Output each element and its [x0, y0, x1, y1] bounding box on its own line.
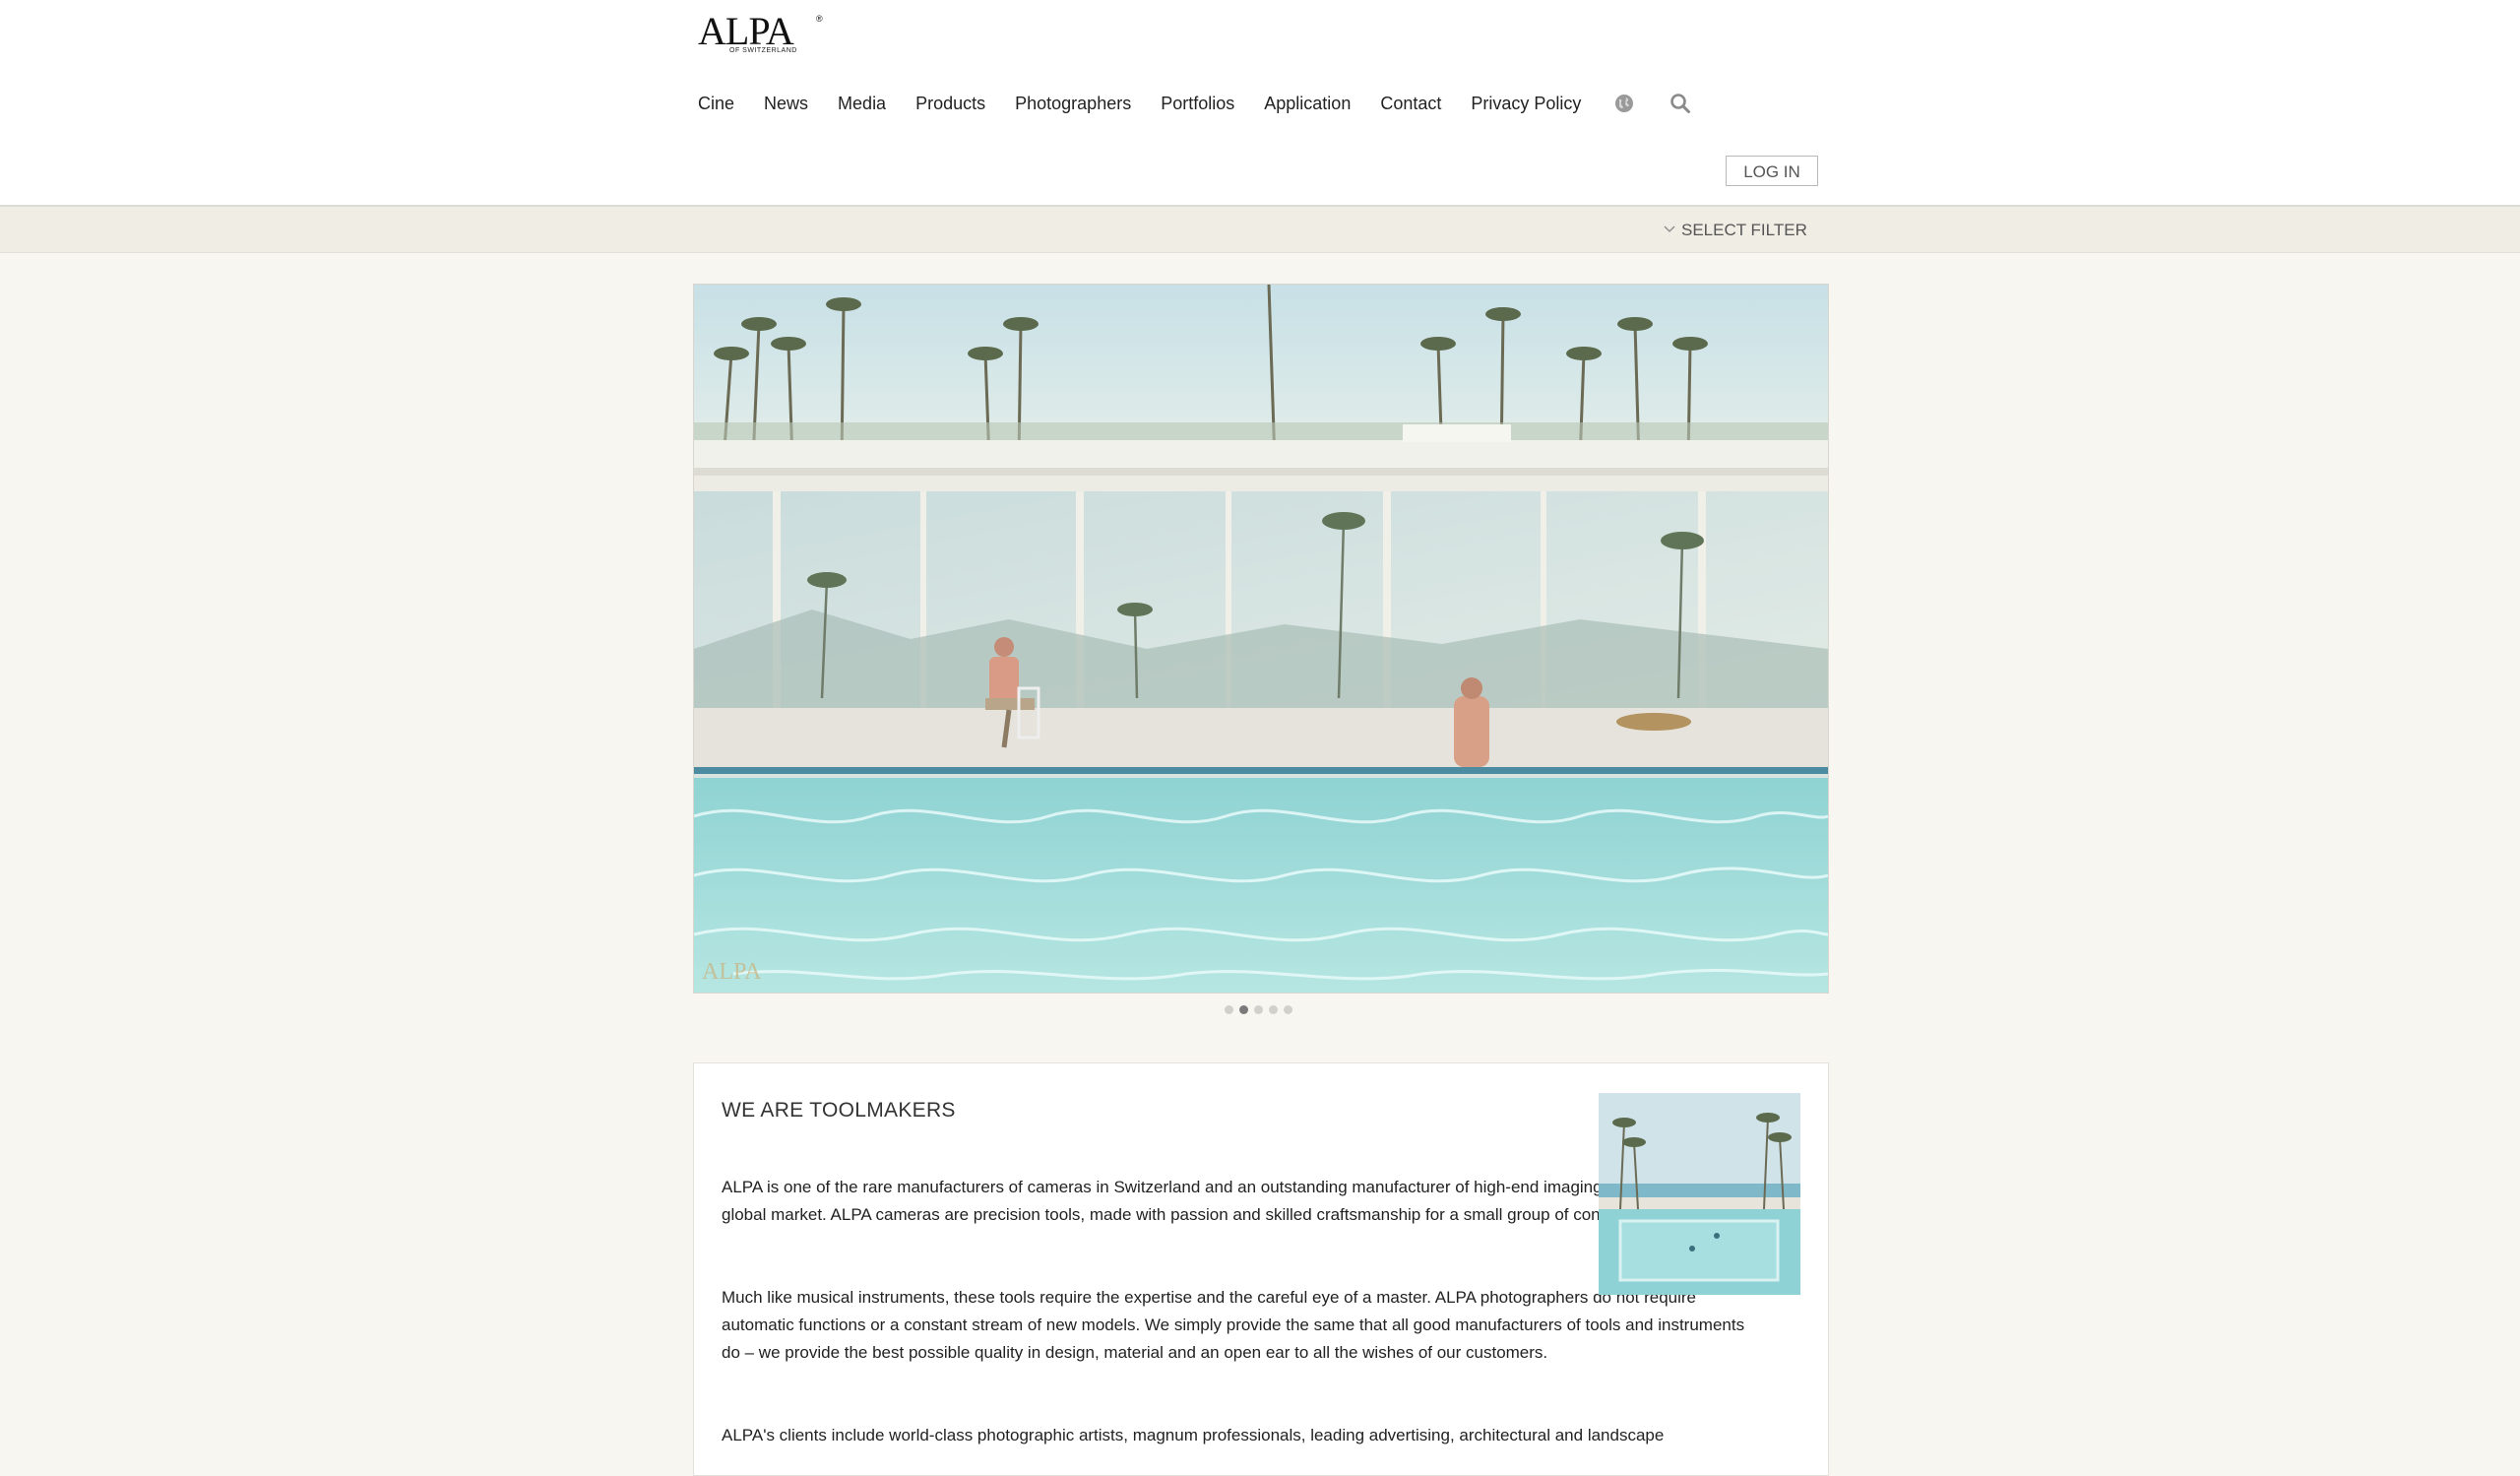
nav-item-news[interactable]: News [764, 94, 808, 114]
slide-dot-4[interactable] [1269, 1005, 1278, 1014]
nav-item-products[interactable]: Products [915, 94, 985, 114]
logo-subtext: OF SWITZERLAND [729, 47, 797, 54]
search-icon[interactable] [1670, 93, 1691, 114]
alpa-logo[interactable]: ALPA ® OF SWITZERLAND [698, 12, 828, 59]
nav-item-privacy-policy[interactable]: Privacy Policy [1471, 94, 1581, 114]
slide-dot-5[interactable] [1284, 1005, 1292, 1014]
nav-item-application[interactable]: Application [1264, 94, 1351, 114]
nav-item-contact[interactable]: Contact [1380, 94, 1441, 114]
slide-dot-1[interactable] [1225, 1005, 1233, 1014]
logo-text: ALPA [698, 9, 794, 53]
nav-item-cine[interactable]: Cine [698, 94, 734, 114]
main-nav: Cine News Media Products Photographers P… [698, 91, 1723, 116]
article-paragraph-2: Much like musical instruments, these too… [722, 1288, 1745, 1362]
nav-item-media[interactable]: Media [838, 94, 886, 114]
select-filter-dropdown[interactable]: SELECT FILTER [1664, 221, 1807, 240]
slideshow-dots [1225, 1005, 1298, 1014]
logo-mark: ® [816, 14, 823, 24]
globe-icon[interactable] [1614, 94, 1634, 113]
login-button[interactable]: LOG IN [1726, 156, 1818, 186]
slide-dot-3[interactable] [1254, 1005, 1263, 1014]
hero-watermark: ALPA [702, 959, 762, 985]
hero-image: ALPA [694, 285, 1828, 993]
select-filter-label: SELECT FILTER [1681, 221, 1807, 239]
about-card: WE ARE TOOLMAKERS ALPA is one of the rar… [693, 1062, 1829, 1476]
filter-bar: SELECT FILTER [0, 207, 2520, 253]
article-paragraph-3: ALPA's clients include world-class photo… [722, 1426, 1665, 1444]
slide-dot-2[interactable] [1239, 1005, 1248, 1014]
nav-item-photographers[interactable]: Photographers [1015, 94, 1131, 114]
article-title: WE ARE TOOLMAKERS [722, 1099, 956, 1122]
chevron-down-icon [1664, 222, 1675, 239]
hero-slideshow[interactable]: ALPA [693, 284, 1829, 994]
nav-item-portfolios[interactable]: Portfolios [1161, 94, 1234, 114]
site-header: ALPA ® OF SWITZERLAND Cine News Media Pr… [0, 0, 2520, 207]
article-thumbnail [1599, 1093, 1800, 1295]
